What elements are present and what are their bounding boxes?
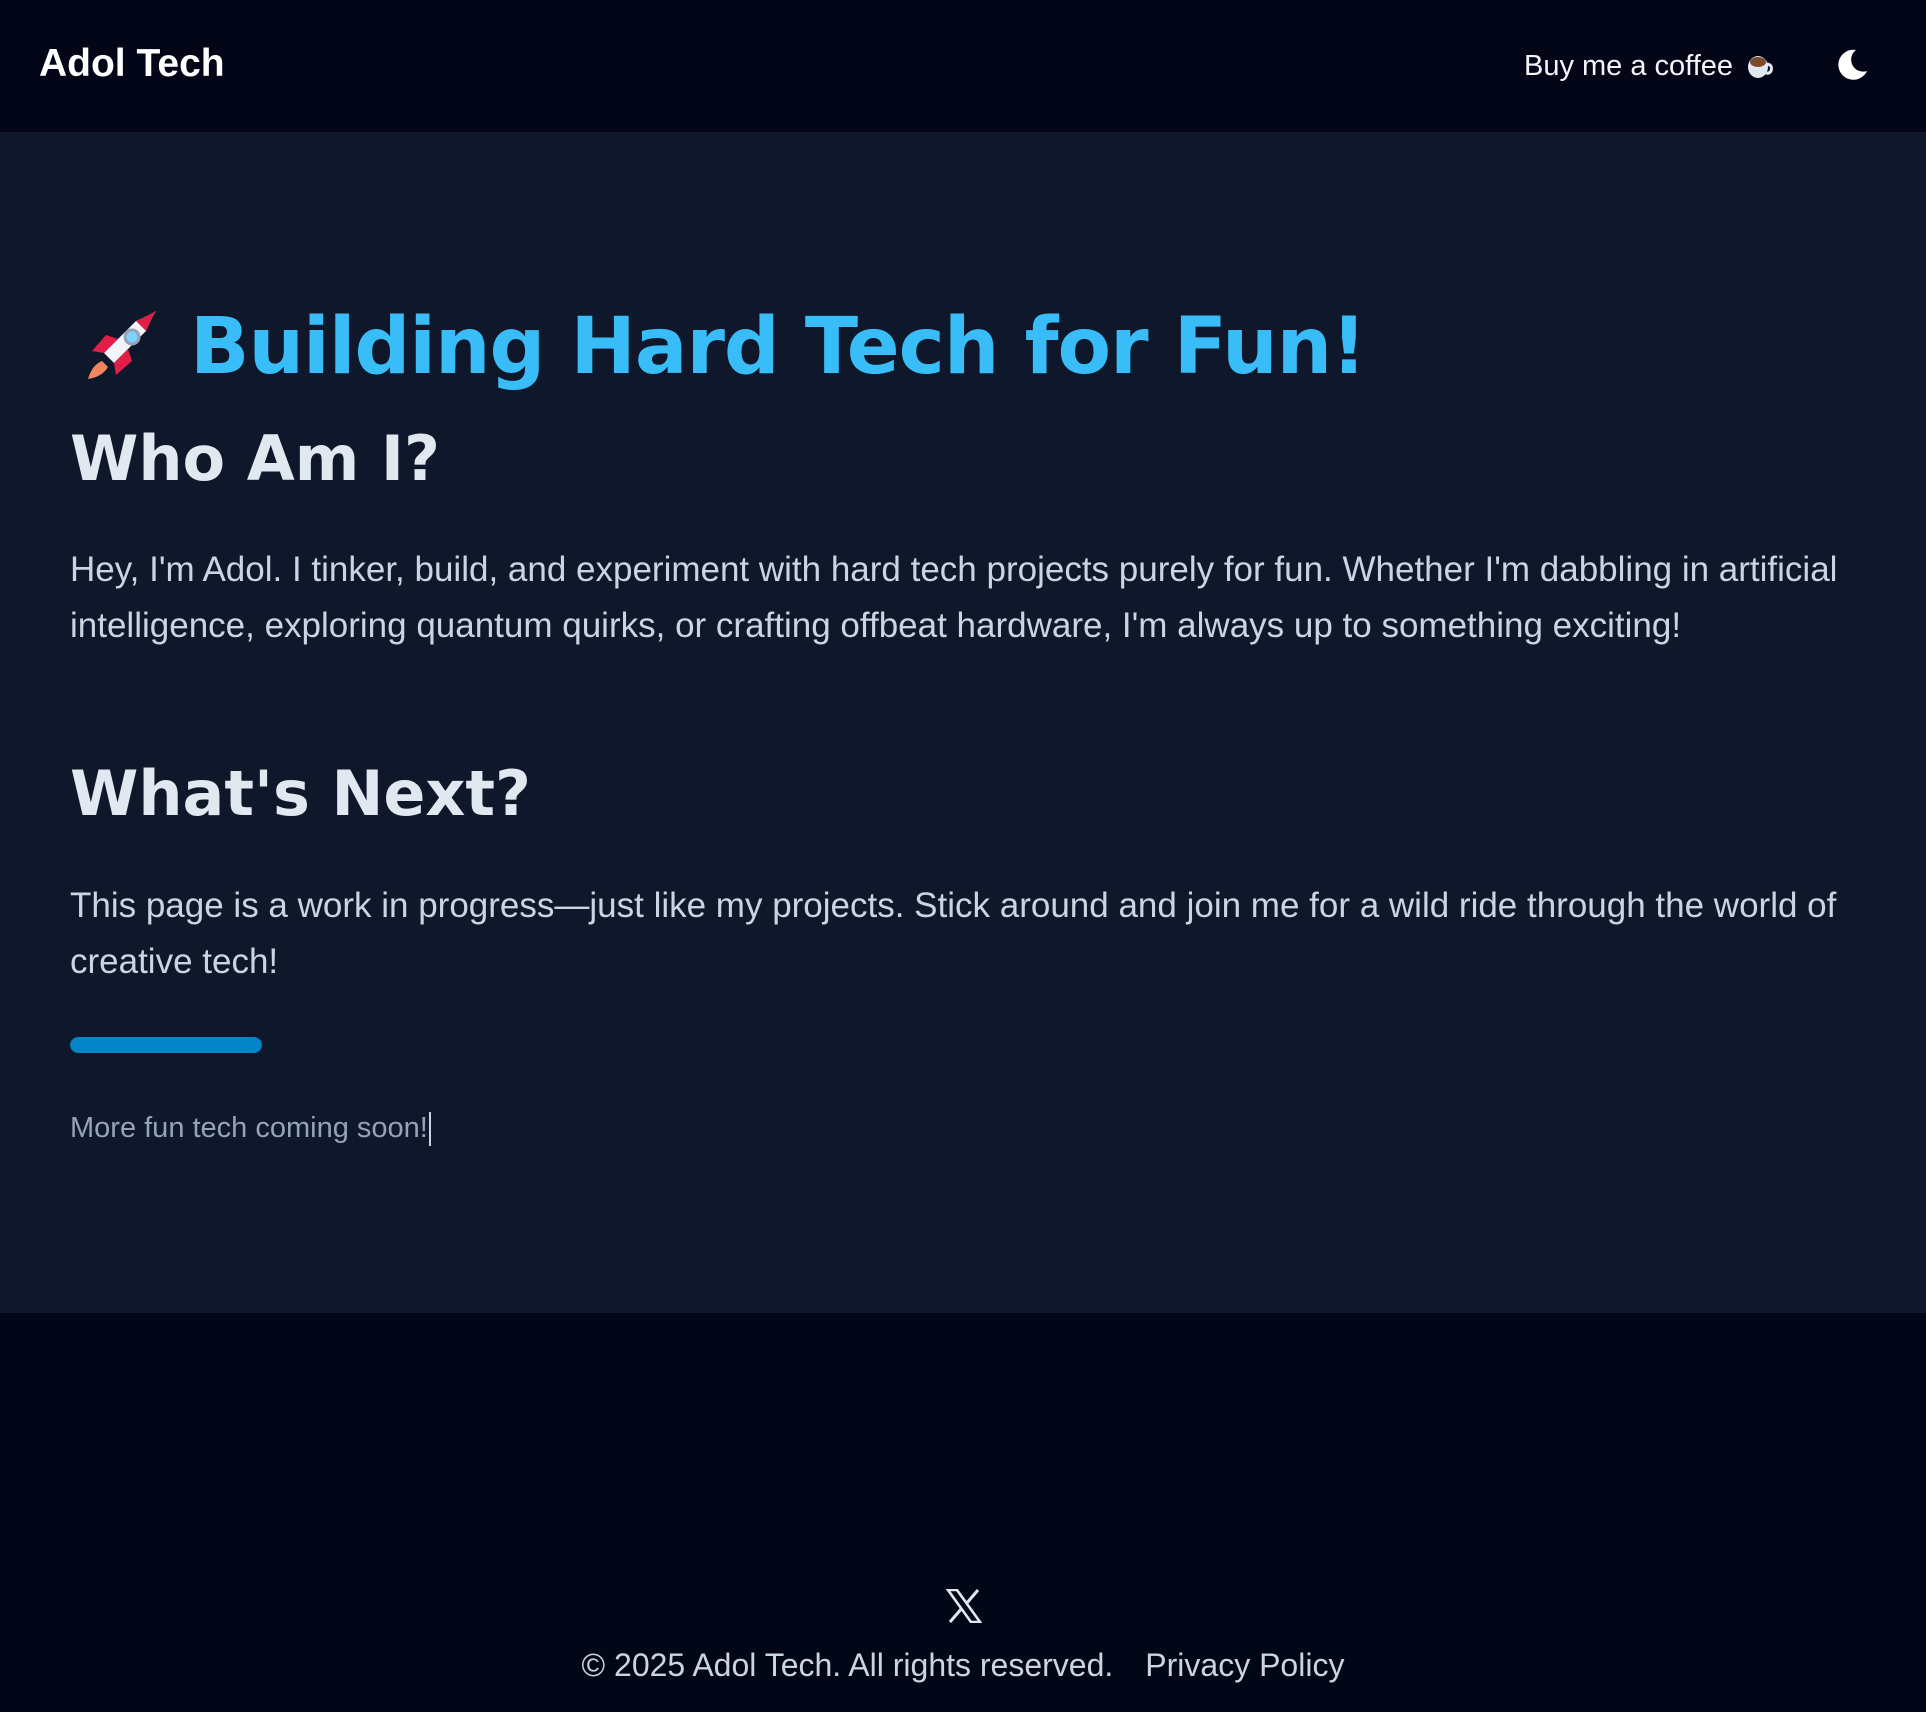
coffee-cup-icon — [1743, 50, 1775, 82]
site-footer: © 2025 Adol Tech. All rights reserved. P… — [0, 1313, 1926, 1712]
whats-next-text: This page is a work in progress—just lik… — [70, 886, 1837, 981]
theme-toggle-button[interactable] — [1826, 40, 1878, 92]
hero-title: Building Hard Tech for Fun! — [78, 292, 1367, 402]
moon-icon — [1834, 47, 1870, 86]
x-social-link[interactable] — [944, 1588, 984, 1628]
whats-next-heading: What's Next? — [70, 757, 532, 830]
main-content: Building Hard Tech for Fun! Who Am I? He… — [0, 132, 1926, 1313]
typing-cursor — [428, 1112, 431, 1147]
buy-coffee-label: Buy me a coffee — [1524, 49, 1734, 82]
progress-bar — [70, 1037, 262, 1053]
who-am-i-text: Hey, I'm Adol. I tinker, build, and expe… — [70, 550, 1838, 645]
who-am-i-heading: Who Am I? — [70, 422, 440, 495]
x-logo-icon — [945, 1588, 983, 1628]
copyright-text: © 2025 Adol Tech. All rights reserved. — [581, 1647, 1114, 1683]
progress-bar-fill — [70, 1037, 262, 1053]
footer-row: © 2025 Adol Tech. All rights reserved. P… — [0, 1647, 1926, 1684]
privacy-policy-link[interactable]: Privacy Policy — [1145, 1647, 1344, 1684]
coming-soon-text: More fun tech coming soon! — [70, 1112, 431, 1147]
hero-title-text: Building Hard Tech for Fun! — [190, 302, 1367, 392]
rocket-icon — [78, 305, 162, 389]
buy-coffee-link[interactable]: Buy me a coffee — [1524, 44, 1775, 88]
coming-soon-label: More fun tech coming soon! — [70, 1112, 428, 1144]
brand-logo-link[interactable]: Adol Tech — [39, 40, 225, 88]
site-header: Adol Tech Buy me a coffee — [0, 0, 1926, 132]
